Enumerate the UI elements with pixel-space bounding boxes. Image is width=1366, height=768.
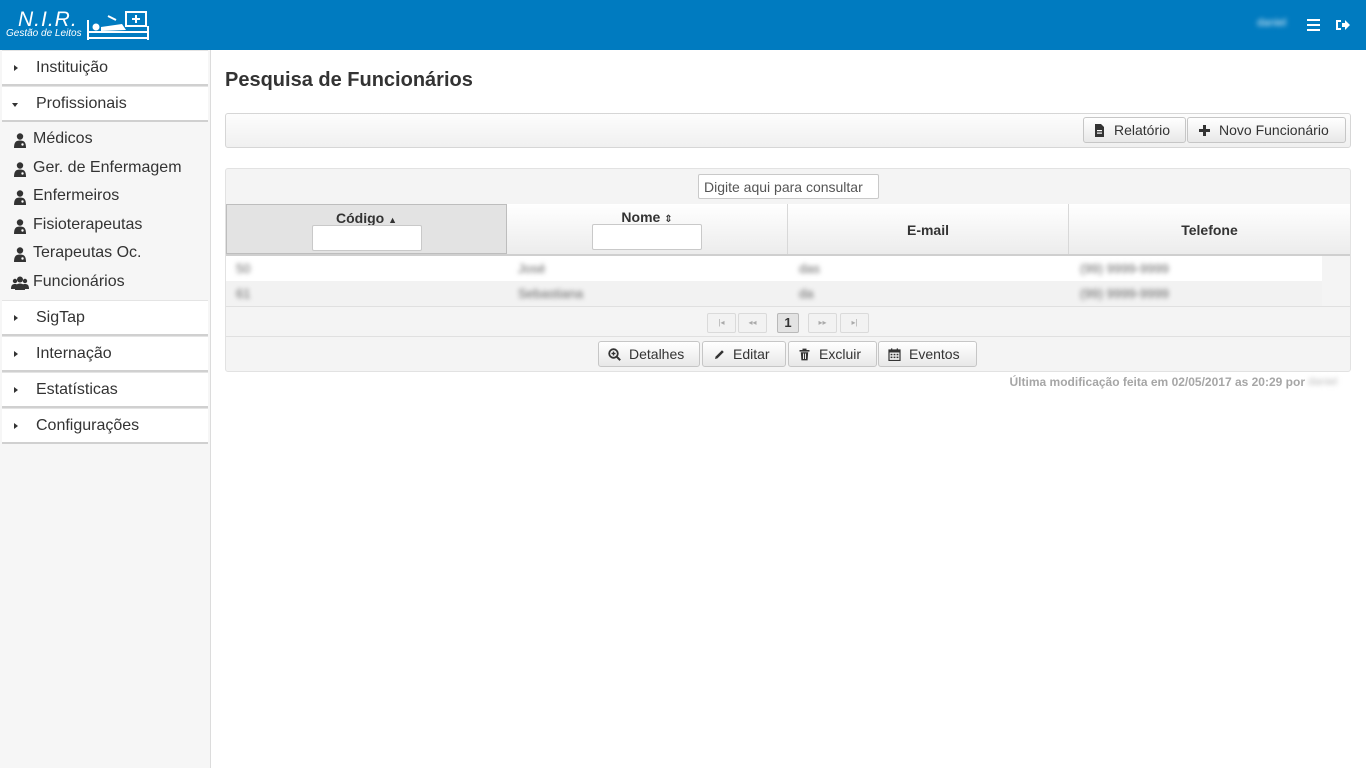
sidebar-item-label: Funcionários	[33, 272, 125, 290]
file-text-icon	[1095, 124, 1104, 137]
delete-button[interactable]: Excluir	[788, 341, 877, 367]
top-bar: N.I.R. Gestão de Leitos daniel	[0, 0, 1366, 50]
column-header-nome[interactable]: Nome ⇕	[507, 204, 788, 254]
brand-subtitle: Gestão de Leitos	[6, 28, 82, 39]
last-page-button[interactable]: ▸|	[840, 313, 869, 333]
hospital-bed-icon	[87, 11, 149, 40]
new-employee-button[interactable]: Novo Funcionário	[1187, 117, 1346, 143]
cell-nome: Sebastiana	[518, 286, 584, 301]
caret-right-icon	[14, 315, 18, 321]
zoom-in-icon	[608, 348, 621, 361]
caret-right-icon	[14, 423, 18, 429]
events-button-label: Eventos	[909, 346, 960, 362]
sidebar-section-label: Estatísticas	[36, 381, 118, 398]
sort-asc-icon: ▲	[388, 215, 398, 225]
filter-nome-input[interactable]	[592, 224, 702, 250]
sidebar-section-configuracoes[interactable]: Configurações	[2, 408, 208, 444]
sidebar-section-internacao[interactable]: Internação	[2, 336, 208, 372]
user-md-icon	[14, 161, 26, 177]
caret-down-icon	[12, 103, 18, 107]
sidebar-item-label: Terapeutas Oc.	[33, 244, 142, 261]
sidebar-section-label: SigTap	[36, 309, 85, 326]
cell-email: das	[799, 261, 820, 276]
prev-page-button[interactable]: ◂◂	[738, 313, 767, 333]
sidebar-submenu-profissionais: Médicos Ger. de Enfermagem Enfermeiros F…	[0, 122, 210, 300]
last-modified-text: Última modificação feita em 02/05/2017 a…	[1009, 375, 1305, 389]
table-search-input[interactable]	[698, 174, 879, 199]
column-header-telefone: Telefone	[1069, 204, 1350, 254]
page-title: Pesquisa de Funcionários	[225, 69, 473, 91]
column-title: Código ▲	[335, 210, 398, 226]
new-employee-button-label: Novo Funcionário	[1219, 122, 1329, 138]
column-title: Nome ⇕	[621, 209, 673, 225]
edit-button[interactable]: Editar	[702, 341, 786, 367]
brand-logo[interactable]: N.I.R. Gestão de Leitos	[6, 8, 156, 44]
user-md-icon	[14, 218, 26, 234]
table-header: Código ▲ Nome ⇕ E-mail Telefone	[226, 204, 1350, 256]
user-md-icon	[14, 247, 26, 262]
employees-table: Código ▲ Nome ⇕ E-mail Telefone 50 José …	[225, 168, 1351, 372]
first-page-button[interactable]: |◂	[707, 313, 736, 333]
table-row[interactable]: 61 Sebastiana da (99) 9999-9999	[226, 281, 1322, 306]
sidebar-item-ger-enfermagem[interactable]: Ger. de Enfermagem	[0, 155, 210, 184]
sidebar-section-label: Configurações	[36, 417, 140, 434]
users-icon	[11, 276, 29, 290]
sidebar-section-instituicao[interactable]: Instituição	[2, 50, 208, 86]
sidebar-section-estatisticas[interactable]: Estatísticas	[2, 372, 208, 408]
sidebar-item-fisioterapeutas[interactable]: Fisioterapeutas	[0, 212, 210, 241]
column-header-codigo[interactable]: Código ▲	[226, 204, 507, 254]
cell-codigo: 61	[236, 286, 251, 301]
caret-right-icon	[14, 387, 18, 393]
sidebar-item-label: Médicos	[33, 130, 93, 147]
next-page-button[interactable]: ▸▸	[808, 313, 837, 333]
sidebar-item-medicos[interactable]: Médicos	[0, 126, 210, 155]
page-number-button[interactable]: 1	[777, 313, 799, 333]
cell-telefone: (99) 9999-9999	[1080, 286, 1169, 301]
sidebar-section-label: Instituição	[36, 59, 109, 76]
calendar-icon	[888, 348, 901, 361]
details-button-label: Detalhes	[629, 346, 685, 362]
column-title: E-mail	[906, 222, 949, 238]
sidebar-item-funcionarios[interactable]: Funcionários	[0, 269, 210, 298]
sidebar-section-profissionais[interactable]: Profissionais	[2, 86, 208, 122]
report-button[interactable]: Relatório	[1083, 117, 1186, 143]
caret-right-icon	[14, 351, 18, 357]
sign-out-icon[interactable]	[1334, 16, 1352, 34]
sidebar-item-label: Enfermeiros	[33, 187, 120, 204]
sidebar-item-label: Fisioterapeutas	[33, 215, 143, 233]
details-button[interactable]: Detalhes	[598, 341, 700, 367]
caret-right-icon	[14, 65, 18, 71]
pencil-icon	[715, 350, 724, 359]
pagination: |◂ ◂◂ 1 ▸▸ ▸|	[226, 306, 1350, 336]
cell-email: da	[799, 286, 814, 301]
cell-telefone: (99) 9999-9999	[1080, 261, 1169, 276]
edit-button-label: Editar	[733, 346, 770, 362]
events-button[interactable]: Eventos	[878, 341, 977, 367]
cell-nome: José	[518, 261, 546, 276]
delete-button-label: Excluir	[819, 346, 862, 362]
last-modified-user: daniel	[1308, 376, 1338, 388]
report-button-label: Relatório	[1114, 122, 1171, 138]
hamburger-icon[interactable]	[1305, 16, 1323, 34]
cell-codigo: 50	[236, 261, 251, 276]
plus-icon	[1199, 125, 1210, 136]
row-actions: Detalhes Editar Excluir Eventos	[226, 336, 1350, 371]
sidebar-item-label: Ger. de Enfermagem	[33, 158, 182, 176]
user-md-icon	[14, 133, 26, 148]
column-title: Telefone	[1181, 222, 1238, 238]
table-row[interactable]: 50 José das (99) 9999-9999	[226, 256, 1322, 281]
filter-codigo-input[interactable]	[312, 225, 422, 251]
toolbar: Relatório Novo Funcionário	[225, 113, 1351, 148]
user-md-icon	[14, 190, 26, 205]
trash-icon	[799, 348, 810, 361]
sidebar-section-label: Internação	[36, 345, 112, 362]
sidebar-section-sigtap[interactable]: SigTap	[2, 300, 208, 336]
sidebar-section-label: Profissionais	[36, 95, 127, 112]
column-header-email: E-mail	[788, 204, 1069, 254]
logged-user-name[interactable]: daniel	[1257, 17, 1286, 29]
sidebar-item-enfermeiros[interactable]: Enfermeiros	[0, 183, 210, 212]
sidebar: Instituição Profissionais Médicos Ger. d…	[0, 50, 211, 768]
sidebar-item-terapeutas-oc[interactable]: Terapeutas Oc.	[0, 240, 210, 269]
